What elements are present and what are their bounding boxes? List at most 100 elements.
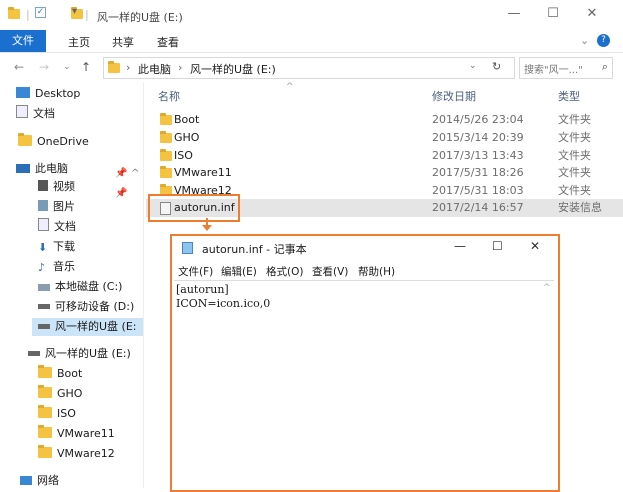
folder-icon xyxy=(18,133,32,146)
column-type[interactable]: 类型 xyxy=(558,88,580,104)
folder-icon xyxy=(160,149,172,161)
forward-icon[interactable]: → xyxy=(39,60,49,74)
separator: | xyxy=(26,8,30,21)
folder-icon xyxy=(8,7,20,19)
folder-icon xyxy=(160,166,172,178)
folder-icon xyxy=(160,131,172,143)
sidebar-item-removable-d[interactable]: 可移动设备 (D:) xyxy=(38,298,134,316)
sidebar-item-desktop[interactable]: Desktop xyxy=(16,85,80,103)
window-title: 风一样的U盘 (E:) xyxy=(97,11,183,24)
sidebar-item-gho[interactable]: GHO xyxy=(38,385,82,403)
sidebar-item-videos[interactable]: 视频 xyxy=(38,178,75,196)
tab-file[interactable]: 文件 xyxy=(0,30,46,52)
minimize-button[interactable]: — xyxy=(454,239,466,253)
sidebar-item-network[interactable]: 网络 xyxy=(20,472,59,490)
folder-icon xyxy=(38,365,52,378)
refresh-icon[interactable]: ↻ xyxy=(492,60,501,73)
sidebar-item-iso[interactable]: ISO xyxy=(38,405,76,423)
table-row[interactable]: ISO 2017/3/13 13:43 文件夹 xyxy=(146,147,623,165)
address-row: ← → ⌄ ↑ › 此电脑 › 风一样的U盘 (E:) ⌄ ↻ 搜索"风一...… xyxy=(0,55,623,81)
close-button[interactable]: ✕ xyxy=(530,239,540,253)
expand-ribbon-icon[interactable]: ⌄ xyxy=(580,34,589,47)
document-icon xyxy=(16,105,28,118)
music-icon: ♪ xyxy=(38,261,46,274)
sidebar-item-usb-e[interactable]: 风一样的U盘 (E:) xyxy=(28,345,131,363)
callout-arrow-head xyxy=(202,225,212,231)
sidebar-item-music[interactable]: ♪ 音乐 xyxy=(38,258,75,276)
quick-access-dropdown-icon[interactable]: ▾ xyxy=(72,6,77,17)
pin-icon[interactable]: 📌 xyxy=(115,188,127,199)
ribbon: 文件 主页 共享 查看 ⌄ ? xyxy=(0,30,623,53)
scroll-up-icon[interactable]: ^ xyxy=(543,283,551,293)
sidebar-item-vmware12[interactable]: VMware12 xyxy=(38,445,115,463)
minimize-button[interactable]: — xyxy=(502,6,526,21)
removable-drive-icon xyxy=(38,304,50,309)
network-icon xyxy=(20,476,32,485)
table-row[interactable]: Boot 2014/5/26 23:04 文件夹 xyxy=(146,111,623,129)
properties-icon[interactable]: ✓ xyxy=(35,7,46,18)
notepad-title: autorun.inf - 记事本 xyxy=(202,243,307,256)
column-name[interactable]: 名称 xyxy=(158,88,180,104)
tab-home[interactable]: 主页 xyxy=(68,34,90,50)
folder-icon xyxy=(38,385,52,398)
up-icon[interactable]: ↑ xyxy=(81,60,91,74)
close-button[interactable]: ✕ xyxy=(580,6,604,21)
sidebar-item-local-disk-c[interactable]: 本地磁盘 (C:) xyxy=(38,278,122,296)
document-icon xyxy=(38,218,49,231)
table-row[interactable]: GHO 2015/3/14 20:39 文件夹 xyxy=(146,129,623,147)
breadcrumb-drive[interactable]: 风一样的U盘 (E:) xyxy=(190,61,276,77)
pin-icon[interactable]: 📌 xyxy=(115,168,127,179)
column-header: 名称 ^ 修改日期 类型 xyxy=(146,82,623,104)
menu-help[interactable]: 帮助(H) xyxy=(358,264,395,279)
recent-dropdown-icon[interactable]: ⌄ xyxy=(63,62,71,72)
folder-icon xyxy=(38,405,52,418)
table-row[interactable]: VMware11 2017/5/31 18:26 文件夹 xyxy=(146,164,623,182)
sidebar-item-downloads[interactable]: ⬇ 下载 xyxy=(38,238,75,256)
video-icon xyxy=(38,180,48,191)
tab-share[interactable]: 共享 xyxy=(112,34,134,50)
sidebar-item-documents[interactable]: 文档 xyxy=(16,105,55,123)
help-icon[interactable]: ? xyxy=(597,34,610,47)
menu-file[interactable]: 文件(F) xyxy=(178,264,213,279)
pane-divider[interactable] xyxy=(143,82,144,488)
separator: | xyxy=(85,8,89,21)
sidebar-item-this-pc[interactable]: 此电脑 xyxy=(16,160,68,178)
maximize-button[interactable]: ☐ xyxy=(492,239,503,253)
menu-format[interactable]: 格式(O) xyxy=(266,264,303,279)
menu-view[interactable]: 查看(V) xyxy=(312,264,348,279)
sidebar-item-pictures[interactable]: 图片 xyxy=(38,198,75,216)
navigation-pane: Desktop 📌 ^ 文档 📌 OneDrive 此电脑 视频 图片 文档 ⬇… xyxy=(0,82,144,490)
maximize-button[interactable]: ☐ xyxy=(541,6,565,21)
collapse-icon[interactable]: ^ xyxy=(131,168,139,179)
search-icon[interactable]: ⌕ xyxy=(602,60,608,74)
sidebar-item-boot[interactable]: Boot xyxy=(38,365,82,383)
sidebar-item-vmware11[interactable]: VMware11 xyxy=(38,425,115,443)
folder-icon xyxy=(108,61,120,73)
sidebar-item-documents-2[interactable]: 文档 xyxy=(38,218,76,236)
notepad-content[interactable]: [autorun] ICON=icon.ico,0 xyxy=(176,283,270,311)
notepad-editor[interactable]: [autorun] ICON=icon.ico,0 ^ xyxy=(174,280,554,487)
notepad-menubar: 文件(F) 编辑(E) 格式(O) 查看(V) 帮助(H) xyxy=(172,262,558,280)
vertical-scrollbar[interactable]: ^ xyxy=(540,281,554,487)
notepad-window: autorun.inf - 记事本 — ☐ ✕ 文件(F) 编辑(E) 格式(O… xyxy=(170,234,560,492)
folder-icon xyxy=(160,113,172,125)
computer-icon xyxy=(16,164,30,173)
removable-drive-icon xyxy=(28,351,40,356)
download-icon: ⬇ xyxy=(38,241,48,254)
address-dropdown-icon[interactable]: ⌄ xyxy=(469,61,477,71)
search-box[interactable]: 搜索"风一..." ⌕ xyxy=(519,57,613,79)
tab-view[interactable]: 查看 xyxy=(157,34,179,50)
sidebar-item-onedrive[interactable]: OneDrive xyxy=(18,133,89,151)
menu-edit[interactable]: 编辑(E) xyxy=(221,264,257,279)
drive-icon xyxy=(38,284,50,291)
title-bar: | ✓ ▾ | 风一样的U盘 (E:) — ☐ ✕ xyxy=(0,0,623,30)
back-icon[interactable]: ← xyxy=(14,60,24,74)
column-date-modified[interactable]: 修改日期 xyxy=(432,88,476,104)
breadcrumb-this-pc[interactable]: 此电脑 xyxy=(138,61,171,77)
folder-icon xyxy=(38,425,52,438)
search-placeholder: 搜索"风一..." xyxy=(524,65,583,76)
address-bar[interactable]: › 此电脑 › 风一样的U盘 (E:) ⌄ ↻ xyxy=(103,57,515,79)
sidebar-item-usb-e-selected[interactable]: 风一样的U盘 (E: xyxy=(32,318,144,336)
folder-icon xyxy=(38,445,52,458)
highlight-box xyxy=(148,194,240,222)
